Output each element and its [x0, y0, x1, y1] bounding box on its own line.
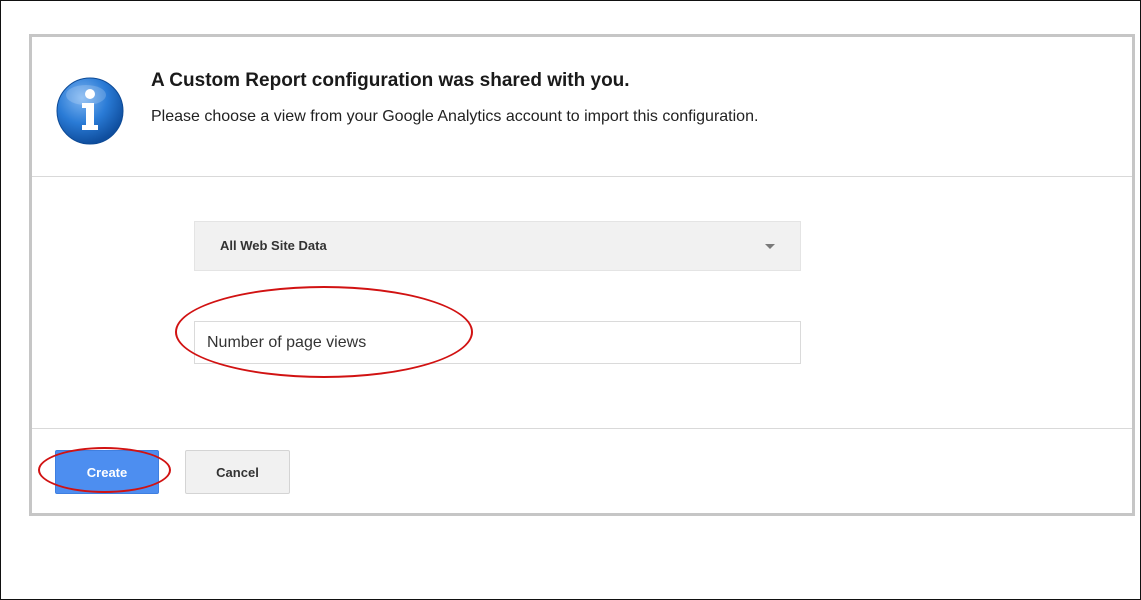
view-select-value: All Web Site Data	[220, 238, 327, 253]
cancel-button[interactable]: Cancel	[185, 450, 290, 494]
dialog-title: A Custom Report configuration was shared…	[151, 70, 630, 91]
import-config-dialog: A Custom Report configuration was shared…	[29, 34, 1135, 516]
view-select-dropdown[interactable]: All Web Site Data	[194, 221, 801, 271]
create-button[interactable]: Create	[55, 450, 159, 494]
info-icon	[56, 77, 124, 145]
dialog-subtitle: Please choose a view from your Google An…	[151, 108, 759, 125]
chevron-down-icon	[765, 244, 775, 249]
dialog-header: A Custom Report configuration was shared…	[32, 37, 1132, 177]
dialog-footer: Create Cancel	[32, 428, 1132, 516]
report-name-input[interactable]	[194, 321, 801, 364]
